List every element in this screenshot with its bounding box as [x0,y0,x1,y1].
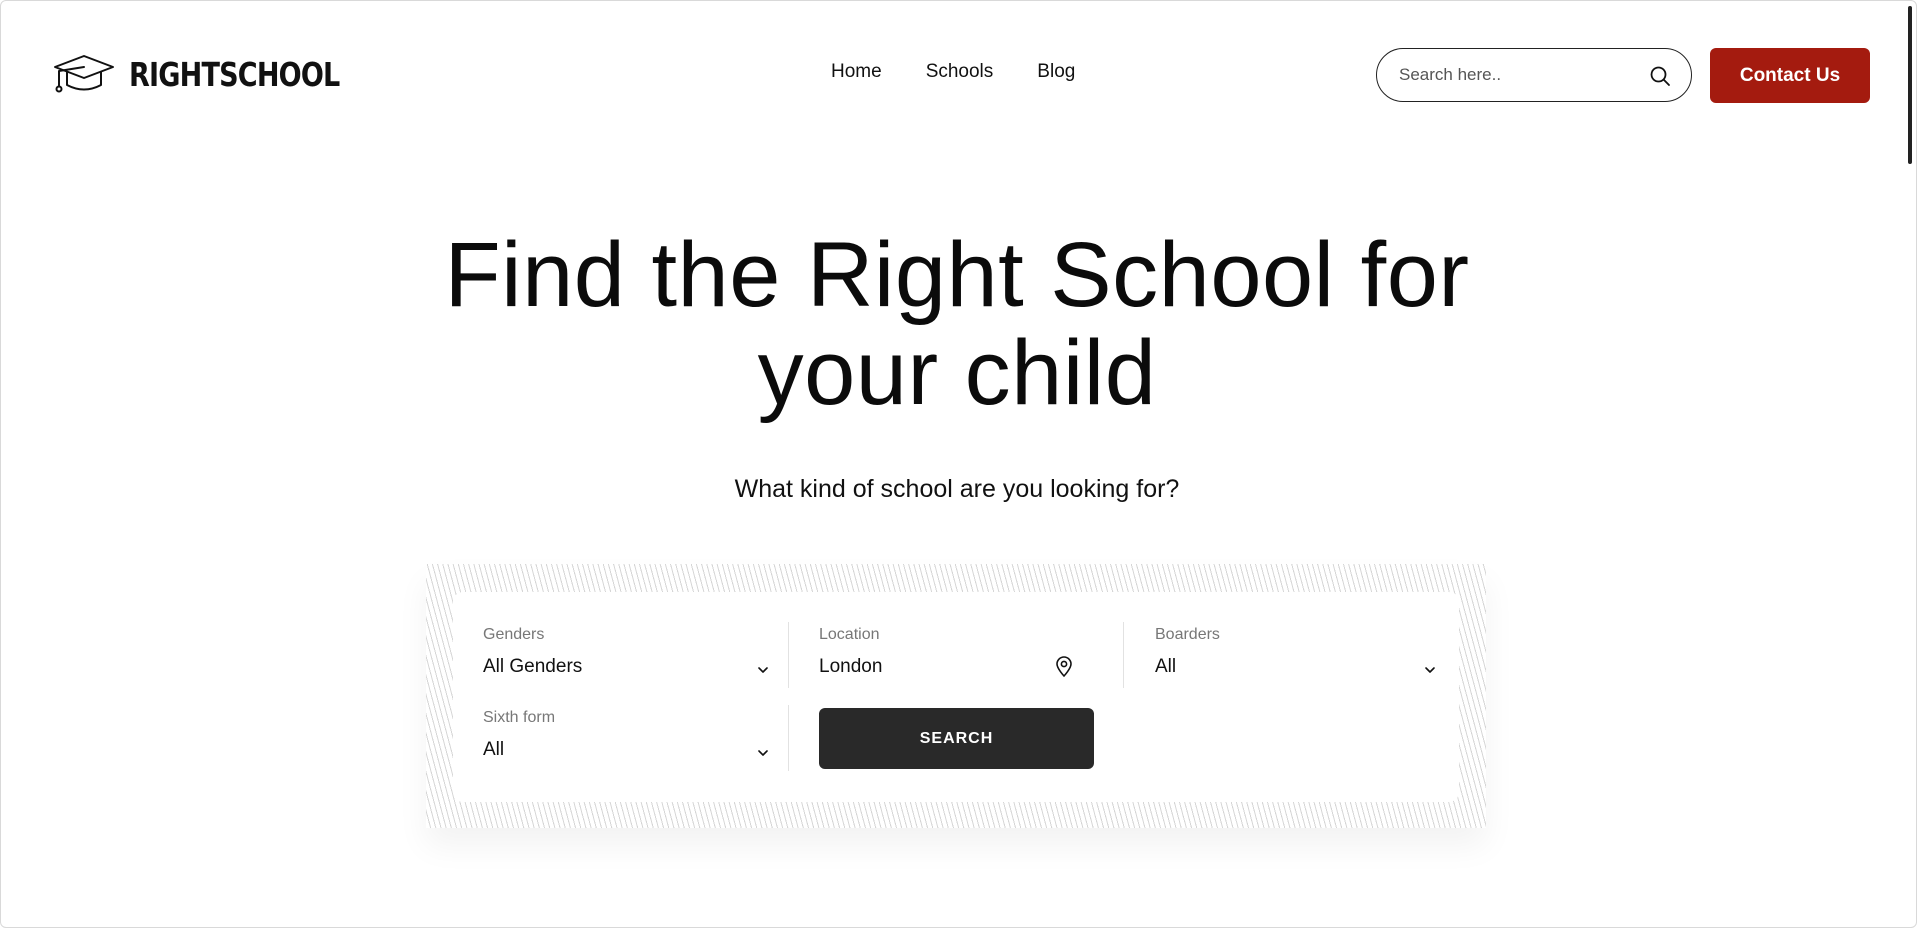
header-search-input[interactable] [1397,64,1641,86]
field-divider [1123,622,1124,688]
browser-viewport: RIGHTSCHOOL Home Schools Blog Contact Us… [0,0,1917,928]
location-field[interactable]: Location London [789,592,1079,678]
nav-home[interactable]: Home [831,61,882,83]
contact-us-button[interactable]: Contact Us [1710,48,1870,103]
chevron-down-icon [756,745,770,763]
sixth-form-label: Sixth form [483,709,556,726]
search-submit-button[interactable]: SEARCH [819,708,1094,769]
boarders-label: Boarders [1155,626,1220,643]
boarders-value: All [1155,656,1177,677]
sixth-form-select[interactable]: Sixth form All [453,675,768,760]
school-search-form: Genders All Genders Location London Boar… [453,592,1459,802]
map-pin-icon [1055,656,1073,683]
hero-title-line-1: Find the Right School for [444,224,1470,326]
hero-title-line-2: your child [757,322,1157,424]
field-divider [788,705,789,771]
main-nav: Home Schools Blog [831,61,1075,83]
genders-select[interactable]: Genders All Genders [453,592,768,677]
brand-name: RIGHTSCHOOL [129,54,340,94]
site-header: RIGHTSCHOOL Home Schools Blog Contact Us [1,1,1916,151]
chevron-down-icon [1423,662,1437,680]
location-value: London [819,656,883,677]
search-icon[interactable] [1649,65,1671,92]
nav-blog[interactable]: Blog [1037,61,1075,83]
chevron-down-icon [756,662,770,680]
location-label: Location [819,626,880,643]
sixth-form-value: All [483,739,505,760]
genders-label: Genders [483,626,545,643]
hero-subtitle: What kind of school are you looking for? [734,475,1180,503]
boarders-select[interactable]: Boarders All [1125,592,1435,677]
header-search-box [1376,48,1692,102]
brand-logo[interactable]: RIGHTSCHOOL [53,53,386,95]
hero-title: Find the Right School for your child [1,226,1913,422]
graduation-cap-icon [53,53,115,95]
nav-schools[interactable]: Schools [926,61,994,83]
